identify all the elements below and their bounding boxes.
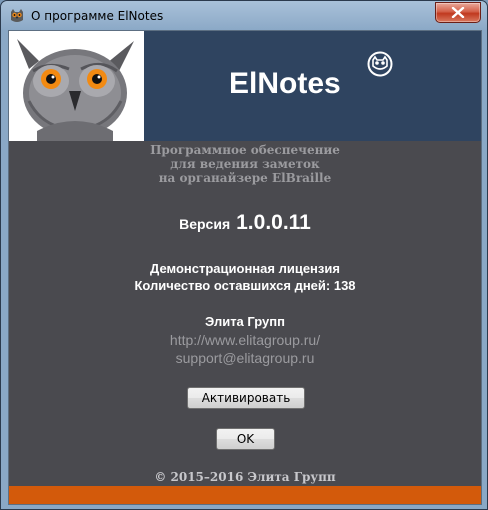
owl-logo-icon: [367, 51, 393, 77]
header-banner: ElNotes: [9, 31, 481, 141]
license-type: Демонстрационная лицензия: [150, 261, 340, 276]
owl-picture-icon: [17, 39, 134, 141]
activate-button[interactable]: Активировать: [187, 387, 305, 409]
version-label: Версия: [179, 216, 231, 232]
copyright-text: © 2015–2016 Элита Групп: [154, 470, 336, 484]
description-line-2: для ведения заметок: [170, 157, 320, 171]
accent-bar: [9, 486, 481, 504]
app-name-title: ElNotes: [229, 67, 341, 100]
website-link[interactable]: http://www.elitagroup.ru/: [9, 332, 481, 348]
close-button[interactable]: [435, 2, 481, 23]
about-dialog-window: О программе ElNotes ElNotes Программное …: [0, 0, 488, 510]
dialog-content: ElNotes Программное обеспечение для веде…: [8, 30, 482, 505]
version-row: Версия 1.0.0.11: [9, 211, 481, 235]
ok-button[interactable]: OK: [216, 428, 275, 450]
close-icon: [451, 7, 465, 18]
support-email-link[interactable]: support@elitagroup.ru: [9, 350, 481, 366]
owl-icon: [11, 9, 23, 22]
license-days-left: Количество оставшихся дней: 138: [134, 278, 356, 293]
title-bar[interactable]: О программе ElNotes: [1, 1, 487, 31]
version-number: 1.0.0.11: [236, 211, 311, 234]
description-line-3: на органайзере ElBraille: [158, 171, 332, 185]
company-name: Элита Групп: [205, 314, 285, 329]
window-title: О программе ElNotes: [31, 9, 164, 23]
description-line-1: Программное обеспечение: [150, 143, 340, 157]
owl-image: [9, 31, 144, 141]
